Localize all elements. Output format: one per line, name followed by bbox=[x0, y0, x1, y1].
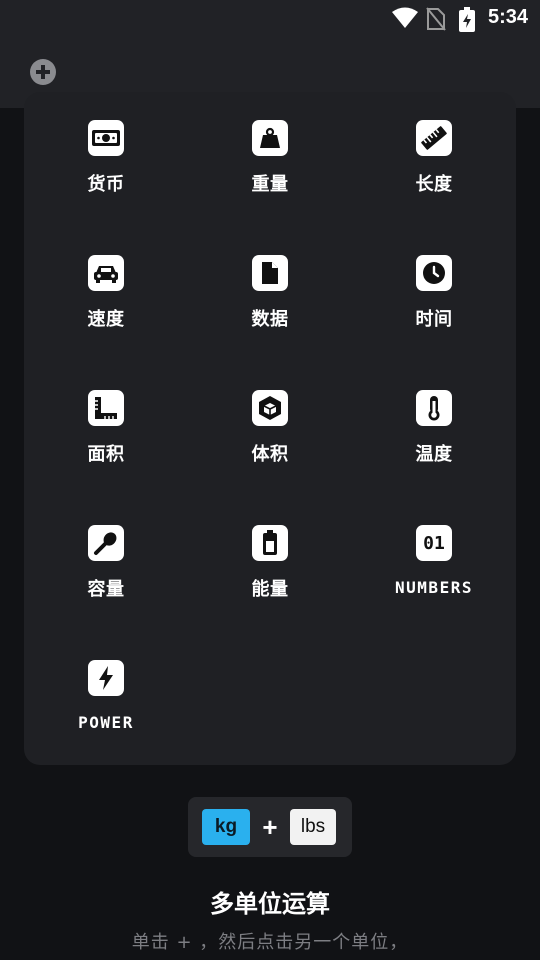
add-icon[interactable] bbox=[30, 59, 56, 85]
wifi-icon bbox=[392, 7, 418, 33]
multi-unit-example: kg + lbs bbox=[188, 797, 352, 857]
battery-icon bbox=[252, 525, 288, 561]
status-time: 5:34 bbox=[487, 6, 528, 28]
unit-tag-lbs: lbs bbox=[290, 809, 336, 845]
area-ruler-icon bbox=[88, 390, 124, 426]
category-area[interactable]: 面积 bbox=[24, 362, 188, 472]
category-label: 速度 bbox=[87, 309, 125, 330]
category-time[interactable]: 时间 bbox=[352, 227, 516, 337]
category-label: 温度 bbox=[415, 444, 453, 465]
category-label: 能量 bbox=[251, 579, 289, 600]
category-label: 时间 bbox=[415, 309, 453, 330]
category-label: 体积 bbox=[251, 444, 289, 465]
category-speed[interactable]: 速度 bbox=[24, 227, 188, 337]
category-length[interactable]: 长度 bbox=[352, 92, 516, 202]
thermometer-icon bbox=[416, 390, 452, 426]
status-bar: 5:34 bbox=[0, 0, 540, 40]
car-icon bbox=[88, 255, 124, 291]
category-label: 长度 bbox=[415, 174, 453, 195]
cube-icon bbox=[252, 390, 288, 426]
category-temperature[interactable]: 温度 bbox=[352, 362, 516, 472]
battery-charging-icon bbox=[458, 7, 476, 37]
category-data[interactable]: 数据 bbox=[188, 227, 352, 337]
category-currency[interactable]: 货币 bbox=[24, 92, 188, 202]
category-numbers[interactable]: 01 NUMBERS bbox=[352, 497, 516, 607]
category-label: 重量 bbox=[251, 174, 289, 195]
clock-icon bbox=[416, 255, 452, 291]
lightning-icon bbox=[88, 660, 124, 696]
category-energy[interactable]: 能量 bbox=[188, 497, 352, 607]
category-capacity[interactable]: 容量 bbox=[24, 497, 188, 607]
feature-description: 单击 + ，然后点击另一个单位， bbox=[131, 932, 409, 953]
unit-tag-kg: kg bbox=[202, 809, 250, 845]
category-power[interactable]: POWER bbox=[24, 632, 188, 742]
category-weight[interactable]: 重量 bbox=[188, 92, 352, 202]
category-label: POWER bbox=[78, 713, 134, 732]
ruler-icon bbox=[416, 120, 452, 156]
category-label: 容量 bbox=[87, 579, 125, 600]
binary-01-icon: 01 bbox=[416, 525, 452, 561]
category-panel: 货币 重量 长度 速度 数据 时间 面积 体积 温度 容量 能量 01 NUMB… bbox=[24, 92, 516, 765]
category-label: 货币 bbox=[87, 174, 125, 195]
no-sim-icon bbox=[426, 7, 446, 35]
file-icon bbox=[252, 255, 288, 291]
category-label: 数据 bbox=[251, 309, 289, 330]
banknote-icon bbox=[88, 120, 124, 156]
feature-title: 多单位运算 bbox=[210, 890, 330, 918]
category-label: NUMBERS bbox=[395, 578, 473, 597]
category-volume[interactable]: 体积 bbox=[188, 362, 352, 472]
plus-sign: + bbox=[262, 811, 278, 842]
spoon-icon bbox=[88, 525, 124, 561]
category-label: 面积 bbox=[87, 444, 125, 465]
weight-icon bbox=[252, 120, 288, 156]
